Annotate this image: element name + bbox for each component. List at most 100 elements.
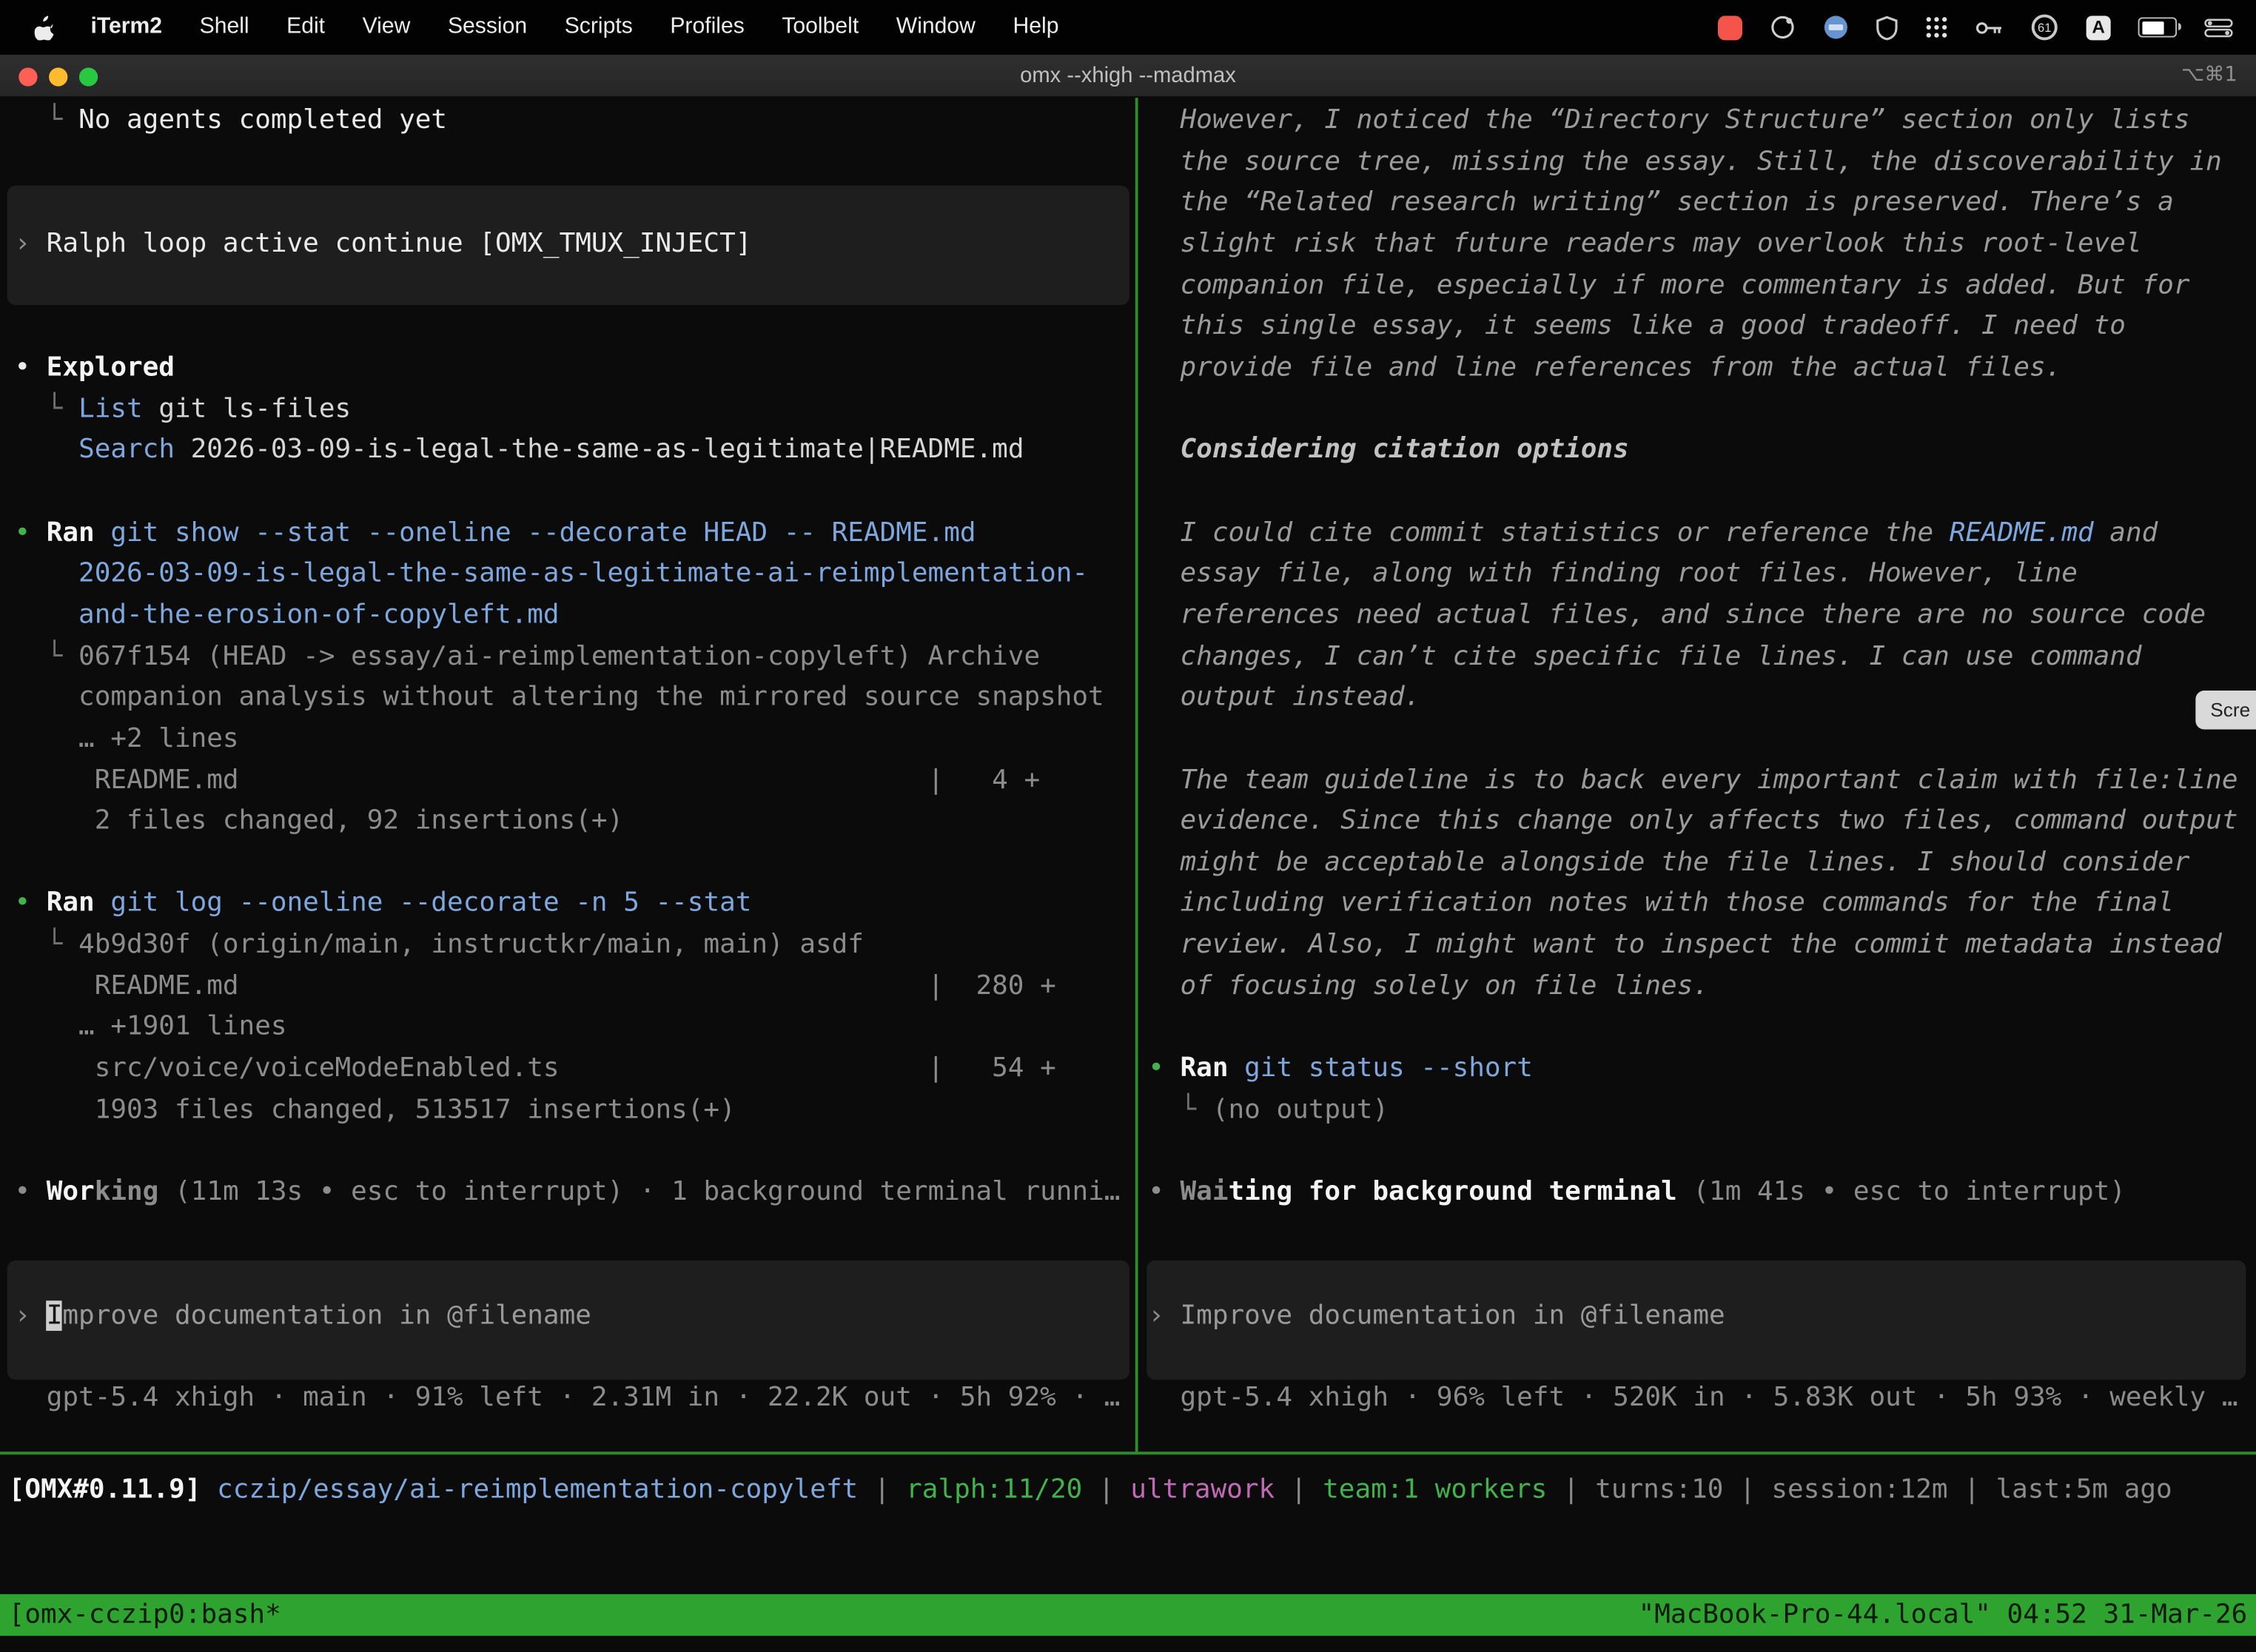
- terminal-line: └ List git ls-files: [14, 389, 1135, 431]
- menu-edit[interactable]: Edit: [268, 0, 343, 55]
- window-titlebar: omx --xhigh --madmax ⌥⌘1: [0, 55, 2256, 98]
- text-segment: evidence. Since this change only affects…: [1148, 806, 2237, 836]
- terminal-line: [1148, 471, 2256, 513]
- terminal-line: [1148, 1008, 2256, 1050]
- text-segment: the “Related research writing” section i…: [1148, 187, 2174, 218]
- terminal-line: However, I noticed the “Directory Struct…: [1148, 101, 2256, 142]
- terminal-line: evidence. Since this change only affects…: [1148, 802, 2256, 843]
- menu-iterm2[interactable]: iTerm2: [72, 0, 181, 55]
- terminal: └ No agents completed yet › Ralph loop a…: [0, 98, 2256, 1651]
- text-segment: I could cite commit statistics or refere…: [1148, 517, 1950, 548]
- menu-bar-left: iTerm2 Shell Edit View Session Scripts P…: [17, 0, 1077, 55]
- battery-percent-text: 61: [2038, 21, 2051, 35]
- text-segment: references need actual files, and since …: [1148, 600, 2206, 630]
- text-segment: 2026-03-09-is-legal-the-same-as-legitima…: [191, 435, 1024, 466]
- text-segment: team:1 workers: [1323, 1474, 1547, 1505]
- terminal-line: including verification notes with those …: [1148, 884, 2256, 925]
- omx-status-line: [OMX#0.11.9] cczip/essay/ai-reimplementa…: [9, 1469, 2172, 1511]
- menu-bar: iTerm2 Shell Edit View Session Scripts P…: [0, 0, 2256, 55]
- text-segment: including verification notes with those …: [1148, 888, 2174, 919]
- menu-view[interactable]: View: [343, 0, 429, 55]
- omx-status-bar: [OMX#0.11.9] cczip/essay/ai-reimplementa…: [9, 1469, 2172, 1511]
- text-segment: [1148, 1095, 1180, 1125]
- text-segment: (11m 13s • esc to interrupt) · 1 backgro…: [158, 1177, 1120, 1207]
- text-segment: … +2 lines: [14, 723, 238, 753]
- key-glyph: [1975, 19, 2003, 35]
- input-source-icon[interactable]: A: [2087, 15, 2111, 39]
- dots-grid-glyph: [1925, 16, 1948, 38]
- terminal-line: [14, 1214, 1135, 1255]
- terminal-line: might be acceptable alongside the file l…: [1148, 843, 2256, 884]
- battery-body: [2138, 17, 2177, 37]
- terminal-line: output instead.: [1148, 678, 2256, 719]
- text-segment: mprove documentation in @filename: [62, 1300, 591, 1331]
- menu-scripts[interactable]: Scripts: [545, 0, 651, 55]
- screen-tooltip[interactable]: Scre: [2196, 691, 2256, 729]
- text-segment: └: [1181, 1095, 1212, 1125]
- menu-toolbelt[interactable]: Toolbelt: [763, 0, 877, 55]
- terminal-line: provide file and line references from th…: [1148, 348, 2256, 389]
- terminal-line: [1148, 719, 2256, 761]
- text-segment: |: [1275, 1474, 1323, 1505]
- battery-percent-ring-icon[interactable]: 61: [2030, 13, 2059, 41]
- control-center-icon[interactable]: [2204, 18, 2233, 36]
- text-segment: git status --short: [1244, 1053, 1533, 1084]
- terminal-line: • Ran git log --oneline --decorate -n 5 …: [14, 884, 1135, 925]
- text-segment: •: [14, 517, 46, 548]
- terminal-line: 1903 files changed, 513517 insertions(+): [14, 1090, 1135, 1132]
- prompt-input-line[interactable]: › Improve documentation in @filename: [1148, 1296, 2256, 1337]
- terminal-line: [14, 1255, 1135, 1297]
- terminal-line: [14, 266, 1135, 307]
- prompt-input-line[interactable]: › Improve documentation in @filename: [14, 1296, 1135, 1337]
- terminal-line: README.md | 4 +: [14, 760, 1135, 802]
- text-segment: review. Also, I might want to inspect th…: [1148, 930, 2222, 960]
- dots-grid-icon[interactable]: [1925, 16, 1948, 38]
- text-segment: git show --stat --oneline --decorate HEA…: [110, 517, 976, 548]
- text-segment: ›: [14, 229, 46, 259]
- text-segment: └: [47, 394, 78, 424]
- text-segment: (1m 41s • esc to interrupt): [1677, 1177, 2126, 1207]
- text-segment: Improve documentation in @filename: [1181, 1300, 1725, 1331]
- menu-window[interactable]: Window: [877, 0, 994, 55]
- text-segment: gpt-5.4 xhigh · 96% left · 520K in · 5.8…: [1148, 1383, 2237, 1414]
- menu-shell[interactable]: Shell: [181, 0, 268, 55]
- terminal-line: 2026-03-09-is-legal-the-same-as-legitima…: [14, 554, 1135, 596]
- ralph-inject-line: › Ralph loop active continue [OMX_TMUX_I…: [14, 224, 1135, 266]
- text-segment: |: [1082, 1474, 1130, 1505]
- screen-recording-icon[interactable]: [1718, 15, 1742, 39]
- text-segment: └: [47, 930, 78, 960]
- docker-icon[interactable]: [1823, 14, 1849, 40]
- text-segment: Ran: [47, 517, 111, 548]
- terminal-line: [1148, 1214, 2256, 1255]
- text-segment: 067f154 (HEAD -> essay/ai-reimplementati…: [78, 641, 1040, 671]
- key-icon[interactable]: [1975, 19, 2003, 35]
- text-segment: README.md | 4 +: [14, 765, 1040, 795]
- menu-bar-status-icons: 61 A: [1718, 13, 2239, 41]
- apple-menu-icon[interactable]: [17, 15, 72, 39]
- text-segment: [14, 394, 46, 424]
- battery-icon[interactable]: [2138, 17, 2177, 37]
- working-status-line: • Working (11m 13s • esc to interrupt) ·…: [14, 1172, 1135, 1214]
- terminal-line: src/voice/voiceModeEnabled.ts | 54 +: [14, 1049, 1135, 1090]
- shield-icon[interactable]: [1876, 15, 1898, 39]
- tmux-session-label[interactable]: [omx-cczip0:bash*: [9, 1594, 281, 1636]
- menu-session[interactable]: Session: [429, 0, 546, 55]
- text-segment: king: [95, 1177, 159, 1207]
- text-segment: of focusing solely on file lines.: [1148, 971, 1709, 1001]
- terminal-line: [14, 307, 1135, 349]
- terminal-line: slight risk that future readers may over…: [1148, 224, 2256, 266]
- text-segment: |: [858, 1474, 906, 1505]
- terminal-line: … +2 lines: [14, 719, 1135, 761]
- menu-profiles[interactable]: Profiles: [651, 0, 763, 55]
- text-segment: [OMX#0.11.9]: [9, 1474, 217, 1505]
- apple-logo-icon: [35, 15, 55, 39]
- text-segment: ralph:11/20: [906, 1474, 1082, 1505]
- text-segment: The team guideline is to back every impo…: [1148, 765, 2237, 795]
- orbit-icon[interactable]: [1770, 14, 1796, 40]
- terminal-line: references need actual files, and since …: [1148, 596, 2256, 637]
- text-segment: Considering citation options: [1148, 435, 1629, 466]
- menu-help[interactable]: Help: [994, 0, 1078, 55]
- left-pane[interactable]: └ No agents completed yet › Ralph loop a…: [0, 98, 1135, 1451]
- right-pane[interactable]: However, I noticed the “Directory Struct…: [1138, 98, 2256, 1451]
- text-segment: and-the-erosion-of-copyleft.md: [14, 600, 559, 630]
